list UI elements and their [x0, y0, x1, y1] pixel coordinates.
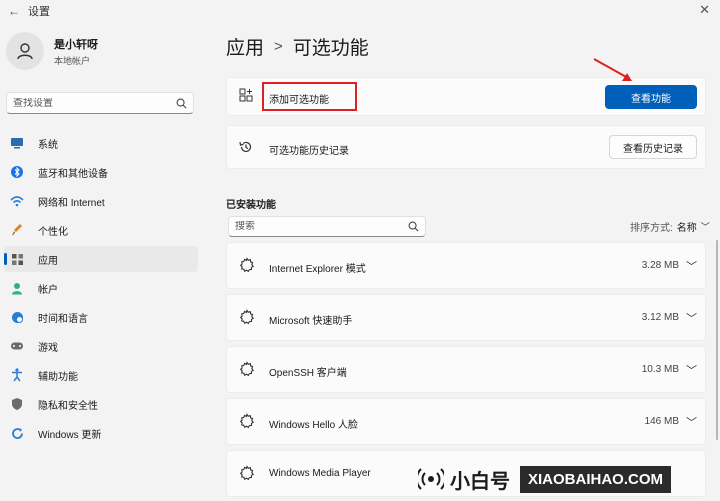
feature-history-label: 可选功能历史记录: [269, 146, 349, 157]
sidebar-item-label: 应用: [38, 255, 58, 267]
chevron-down-icon[interactable]: ﹀: [686, 414, 697, 430]
feature-name: OpenSSH 客户端: [269, 368, 347, 379]
sidebar-item-label: 时间和语言: [38, 313, 88, 325]
installed-features-title: 已安装功能: [226, 200, 276, 211]
chevron-down-icon[interactable]: ﹀: [686, 362, 697, 378]
profile[interactable]: 是小轩呀 本地帐户: [6, 32, 98, 70]
apps-icon: [10, 252, 24, 266]
bluetooth-icon: [10, 165, 24, 179]
sidebar-item-accounts[interactable]: 帐户: [4, 275, 198, 301]
globe-clock-icon: [10, 310, 24, 324]
accessibility-icon: [10, 368, 24, 382]
breadcrumb-separator: >: [274, 38, 283, 55]
breadcrumb-parent[interactable]: 应用: [226, 33, 264, 60]
sidebar-item-label: 隐私和安全性: [38, 400, 98, 412]
search-icon: [408, 221, 419, 232]
history-icon: [239, 140, 253, 157]
chevron-down-icon[interactable]: ﹀: [686, 258, 697, 274]
profile-account-type: 本地帐户: [54, 55, 91, 66]
close-icon[interactable]: ✕: [699, 2, 710, 18]
view-history-button[interactable]: 查看历史记录: [609, 135, 697, 159]
sidebar-item-system[interactable]: 系统: [4, 130, 198, 156]
feature-item[interactable]: OpenSSH 客户端 10.3 MB ﹀: [226, 346, 706, 393]
chevron-down-icon: ﹀: [700, 222, 710, 232]
settings-search-input[interactable]: [13, 97, 176, 109]
sidebar-item-personalization[interactable]: 个性化: [4, 217, 198, 243]
brush-icon: [10, 223, 24, 237]
brand-name-en: XIAOBAIHAO.COM: [520, 465, 671, 493]
sidebar-item-time-language[interactable]: 时间和语言: [4, 304, 198, 330]
person-icon: [10, 281, 24, 295]
sidebar-item-label: 游戏: [38, 342, 58, 354]
update-icon: [10, 426, 24, 440]
scrollbar[interactable]: [716, 240, 718, 440]
sidebar-item-label: Windows 更新: [38, 429, 102, 441]
puzzle-gear-icon: [239, 413, 255, 432]
sidebar-item-label: 个性化: [38, 226, 68, 238]
sort-value: 名称: [676, 223, 697, 234]
puzzle-gear-icon: [239, 361, 255, 380]
gamepad-icon: [10, 339, 24, 353]
sidebar-item-bluetooth[interactable]: 蓝牙和其他设备: [4, 159, 198, 185]
feature-history-card[interactable]: 可选功能历史记录 查看历史记录: [226, 125, 706, 169]
feature-search-input[interactable]: [235, 221, 408, 232]
broadcast-icon: [418, 468, 444, 490]
sidebar-item-label: 网络和 Internet: [38, 197, 105, 209]
sidebar-item-label: 系统: [38, 139, 58, 151]
title-bar: ← 设置 ✕: [0, 0, 720, 22]
feature-name: Microsoft 快速助手: [269, 316, 353, 327]
red-arrow-icon: [593, 58, 632, 81]
sidebar-item-accessibility[interactable]: 辅助功能: [4, 362, 198, 388]
avatar: [6, 32, 44, 70]
chevron-down-icon[interactable]: ﹀: [686, 310, 697, 326]
sidebar-item-network[interactable]: 网络和 Internet: [4, 188, 198, 214]
sort-label: 排序方式:: [630, 223, 673, 234]
feature-size: 3.28 MB: [641, 260, 679, 271]
sidebar-item-privacy[interactable]: 隐私和安全性: [4, 391, 198, 417]
feature-search-box[interactable]: [228, 216, 426, 237]
sidebar-item-windows-update[interactable]: Windows 更新: [4, 420, 198, 446]
search-icon: [176, 98, 187, 108]
person-avatar-icon: [17, 43, 33, 60]
shield-icon: [10, 397, 24, 411]
settings-search-box[interactable]: [6, 92, 194, 114]
feature-size: 146 MB: [644, 416, 679, 427]
puzzle-gear-icon: [239, 465, 255, 484]
sidebar-item-apps[interactable]: 应用: [4, 246, 198, 272]
feature-size: 10.3 MB: [641, 364, 679, 375]
sort-dropdown[interactable]: 排序方式: 名称 ﹀: [630, 219, 710, 234]
brand-logo: 小白号 XIAOBAIHAO.COM: [418, 460, 718, 498]
back-arrow-icon[interactable]: ←: [8, 4, 22, 18]
add-feature-icon: [239, 88, 253, 105]
wifi-icon: [10, 194, 24, 208]
profile-name: 是小轩呀: [54, 38, 98, 51]
feature-name: Windows Media Player: [269, 468, 371, 479]
feature-name: Internet Explorer 模式: [269, 264, 366, 275]
feature-item[interactable]: Internet Explorer 模式 3.28 MB ﹀: [226, 242, 706, 289]
feature-size: 3.12 MB: [641, 312, 679, 323]
sidebar-item-label: 蓝牙和其他设备: [38, 168, 108, 180]
page-title: 可选功能: [292, 38, 369, 59]
monitor-icon: [10, 136, 24, 150]
feature-item[interactable]: Microsoft 快速助手 3.12 MB ﹀: [226, 294, 706, 341]
app-title: 设置: [28, 6, 50, 18]
sidebar-item-label: 帐户: [38, 284, 58, 296]
puzzle-gear-icon: [239, 257, 255, 276]
sidebar-nav: 系统 蓝牙和其他设备 网络和 Internet 个性化 应用 帐户 时间和语言 …: [4, 130, 198, 449]
puzzle-gear-icon: [239, 309, 255, 328]
sidebar-item-label: 辅助功能: [38, 371, 78, 383]
sidebar: 是小轩呀 本地帐户 系统 蓝牙和其他设备 网络和 Internet: [0, 22, 206, 501]
feature-item[interactable]: Windows Hello 人脸 146 MB ﹀: [226, 398, 706, 445]
view-features-button[interactable]: 查看功能: [605, 85, 697, 109]
sidebar-item-gaming[interactable]: 游戏: [4, 333, 198, 359]
brand-name-cn: 小白号: [450, 470, 510, 493]
breadcrumb: 应用 > 可选功能: [226, 33, 369, 60]
feature-name: Windows Hello 人脸: [269, 420, 358, 431]
highlight-box: [262, 82, 357, 111]
